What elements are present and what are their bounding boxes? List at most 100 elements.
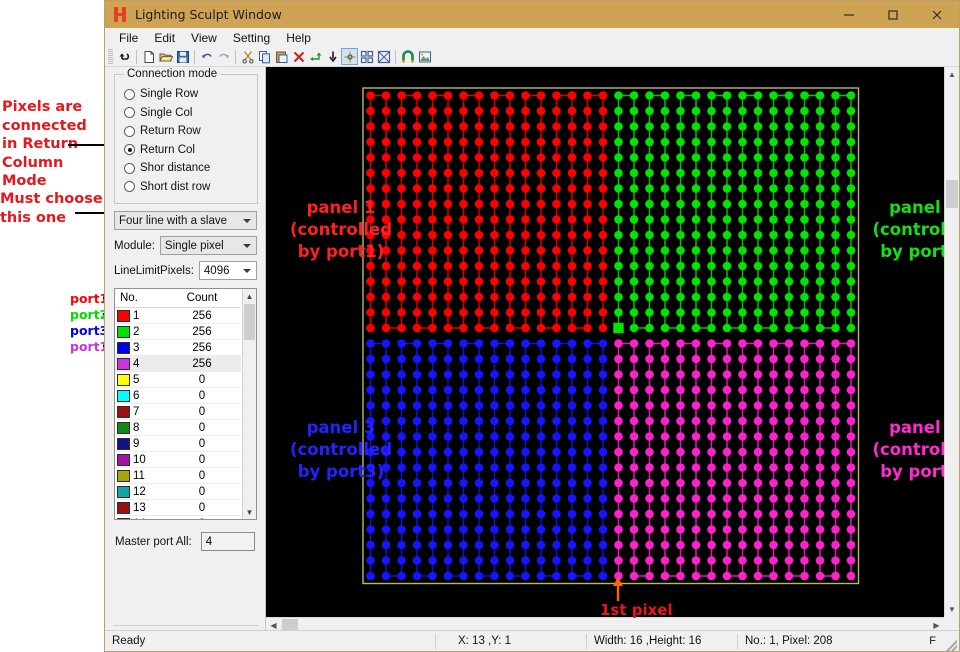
line-limit-select[interactable]: 4096 xyxy=(198,261,257,280)
pixel-dot xyxy=(769,308,778,317)
crosshair-icon[interactable] xyxy=(341,48,358,65)
pixel-dot xyxy=(521,230,530,240)
pixel-dot xyxy=(366,401,375,410)
radio-single-row[interactable]: Single Row xyxy=(121,85,251,104)
menu-item-view[interactable]: View xyxy=(183,30,225,46)
panel-3-line3: by port3) xyxy=(297,461,385,481)
pixel-dot xyxy=(536,106,546,116)
table-row[interactable]: 60 xyxy=(115,388,241,404)
radio-short-dist-row[interactable]: Short dist row xyxy=(121,178,251,197)
table-row[interactable]: 1 256 xyxy=(115,308,241,324)
toolbar-grip[interactable] xyxy=(108,49,113,64)
scroll-up-icon[interactable]: ▲ xyxy=(945,67,959,82)
pixel-dot xyxy=(583,106,592,116)
boxed-x-icon[interactable] xyxy=(375,48,392,65)
paste-icon[interactable] xyxy=(273,48,290,65)
table-row[interactable]: 90 xyxy=(115,436,241,452)
pixel-dot xyxy=(800,230,809,240)
pixel-dot xyxy=(567,571,577,581)
line-mode-select[interactable]: Four line with a slave xyxy=(114,211,257,230)
pixel-dot xyxy=(769,556,778,565)
radio-single-col[interactable]: Single Col xyxy=(121,104,251,123)
pixel-dot xyxy=(567,168,577,178)
pixel-dot xyxy=(676,199,685,209)
close-button[interactable] xyxy=(915,1,959,28)
resize-grip[interactable] xyxy=(943,637,957,651)
pixel-dot xyxy=(691,277,701,286)
new-file-icon[interactable] xyxy=(140,48,157,65)
vertical-scrollbar-thumb[interactable] xyxy=(946,180,958,208)
pixel-dot xyxy=(815,277,825,286)
pixel-canvas[interactable]: panel 1 (controlled by port1) panel 2 (c… xyxy=(266,67,944,617)
download-arrow-icon[interactable] xyxy=(324,48,341,65)
menu-item-file[interactable]: File xyxy=(111,30,146,46)
undo-icon[interactable] xyxy=(198,48,215,65)
radio-return-row[interactable]: Return Row xyxy=(121,122,251,141)
grid-blocks-icon[interactable] xyxy=(358,48,375,65)
undo-back-icon[interactable] xyxy=(116,48,133,65)
scroll-up-icon[interactable]: ▲ xyxy=(243,289,256,303)
minimize-button[interactable] xyxy=(827,1,871,28)
radio-return-col[interactable]: Return Col xyxy=(121,141,251,160)
port-table[interactable]: No. Count 1 256 2 256 3 256 4 256 5 0 6 0 7 0 8 0 9 0 10 0 1… xyxy=(114,288,257,520)
magnet-icon[interactable] xyxy=(399,48,416,65)
pixel-dot xyxy=(676,91,685,100)
pixel-dot xyxy=(459,571,468,581)
pixel-dot xyxy=(846,463,856,472)
pixel-dot xyxy=(629,370,639,379)
maximize-button[interactable] xyxy=(871,1,915,28)
panel-2-caption: panel 2 (controlled by port2) xyxy=(861,197,944,262)
table-row[interactable]: 4 256 xyxy=(115,356,241,372)
pixel-dot xyxy=(412,230,422,240)
menu-item-edit[interactable]: Edit xyxy=(146,30,183,46)
table-row[interactable]: 12 0 xyxy=(115,484,241,500)
pixel-dot xyxy=(676,478,685,488)
menu-item-help[interactable]: Help xyxy=(278,30,319,46)
pixel-dot xyxy=(443,230,453,240)
pixel-dot xyxy=(521,184,530,193)
flip-icon[interactable] xyxy=(307,48,324,65)
scroll-down-icon[interactable]: ▼ xyxy=(243,505,256,519)
table-row[interactable]: 80 xyxy=(115,420,241,436)
master-port-input[interactable]: 4 xyxy=(200,532,255,551)
image-icon[interactable] xyxy=(416,48,433,65)
pixel-dot xyxy=(490,525,499,534)
table-cell-count: 256 xyxy=(192,325,212,338)
open-folder-icon[interactable] xyxy=(157,48,174,65)
line-mode-value: Four line with a slave xyxy=(119,214,228,227)
pixel-dot xyxy=(614,447,623,457)
table-row[interactable]: 70 xyxy=(115,404,241,420)
radio-shor-distance[interactable]: Shor distance xyxy=(121,159,251,178)
port-table-scrollbar[interactable]: ▲ ▼ xyxy=(242,289,256,519)
pixel-dot xyxy=(660,525,670,534)
row-number: 2 xyxy=(133,325,140,338)
pixel-dot xyxy=(800,277,809,286)
pixel-dot xyxy=(815,261,825,271)
pixel-dot xyxy=(412,447,422,457)
color-swatch-icon xyxy=(117,469,130,482)
pixel-dot xyxy=(815,292,825,302)
table-row[interactable]: 14 0 xyxy=(115,516,241,519)
pixel-dot xyxy=(412,122,422,131)
cut-scissors-icon[interactable] xyxy=(239,48,256,65)
module-select[interactable]: Single pixel xyxy=(159,236,257,255)
pixel-dot xyxy=(800,199,809,209)
table-row[interactable]: 3 256 xyxy=(115,340,241,356)
table-row[interactable]: 2 256 xyxy=(115,324,241,340)
menu-item-setting[interactable]: Setting xyxy=(225,30,278,46)
redo-icon[interactable] xyxy=(215,48,232,65)
pixel-dot xyxy=(753,184,763,193)
pixel-dot xyxy=(397,168,406,178)
table-row[interactable]: 13 0 xyxy=(115,500,241,516)
scrollbar-thumb[interactable] xyxy=(244,304,255,340)
scroll-down-icon[interactable]: ▼ xyxy=(945,602,959,617)
canvas-vertical-scrollbar[interactable]: ▲ ▼ xyxy=(944,67,959,617)
copy-icon[interactable] xyxy=(256,48,273,65)
pixel-dot xyxy=(412,509,422,519)
table-row[interactable]: 50 xyxy=(115,372,241,388)
table-row[interactable]: 10 0 xyxy=(115,452,241,468)
delete-x-icon[interactable] xyxy=(290,48,307,65)
save-disk-icon[interactable] xyxy=(174,48,191,65)
pixel-dot xyxy=(691,385,701,395)
table-row[interactable]: 11 0 xyxy=(115,468,241,484)
